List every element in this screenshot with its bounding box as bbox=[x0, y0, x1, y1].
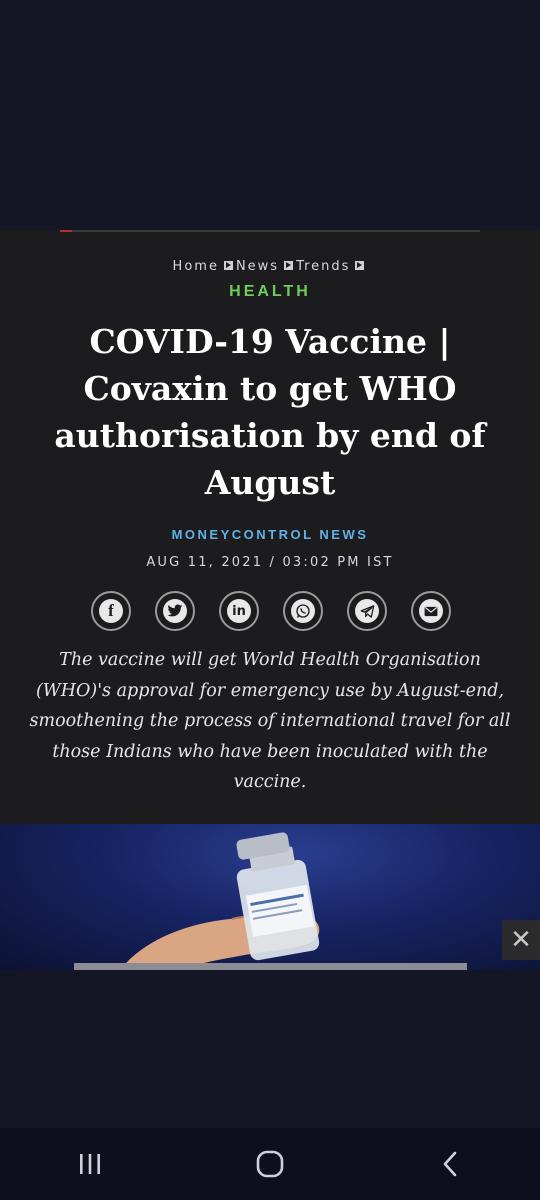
hero-image bbox=[0, 824, 540, 970]
breadcrumb-arrow-icon bbox=[284, 261, 294, 270]
breadcrumb-news[interactable]: News bbox=[236, 259, 279, 274]
share-bar: f in bbox=[91, 591, 451, 631]
telegram-share-button[interactable] bbox=[347, 591, 387, 631]
breadcrumb-home[interactable]: Home bbox=[173, 259, 219, 274]
linkedin-icon: in bbox=[227, 599, 251, 623]
facebook-share-button[interactable]: f bbox=[91, 591, 131, 631]
whatsapp-icon bbox=[291, 599, 315, 623]
twitter-share-button[interactable] bbox=[155, 591, 195, 631]
linkedin-share-button[interactable]: in bbox=[219, 591, 259, 631]
back-icon bbox=[443, 1151, 457, 1177]
article: Home News Trends HEALTH COVID-19 Vaccine |… bbox=[0, 230, 540, 970]
publish-date: AUG 11, 2021 / 03:02 PM IST bbox=[146, 555, 394, 570]
home-button[interactable] bbox=[240, 1134, 300, 1194]
progress-accent bbox=[60, 230, 72, 232]
article-headline: COVID-19 Vaccine | Covaxin to get WHO au… bbox=[54, 322, 486, 502]
progress-bar bbox=[60, 230, 480, 232]
home-icon bbox=[256, 1150, 284, 1178]
twitter-icon bbox=[163, 599, 187, 623]
android-nav-bar bbox=[0, 1128, 540, 1200]
breadcrumb-trends[interactable]: Trends bbox=[296, 259, 350, 274]
breadcrumb: Home News Trends bbox=[0, 259, 540, 274]
vaccine-vial-image bbox=[120, 832, 320, 970]
facebook-icon: f bbox=[99, 599, 123, 623]
close-ad-button[interactable]: ✕ bbox=[502, 920, 540, 960]
back-button[interactable] bbox=[420, 1134, 480, 1194]
telegram-icon bbox=[355, 599, 379, 623]
author-link[interactable]: MONEYCONTROL NEWS bbox=[0, 527, 540, 542]
email-share-button[interactable] bbox=[411, 591, 451, 631]
article-summary: The vaccine will get World Health Organi… bbox=[29, 650, 511, 792]
category-label[interactable]: HEALTH bbox=[0, 283, 540, 301]
recent-apps-icon bbox=[80, 1154, 100, 1174]
email-icon bbox=[419, 599, 443, 623]
whatsapp-share-button[interactable] bbox=[283, 591, 323, 631]
breadcrumb-arrow-icon bbox=[223, 261, 233, 270]
close-icon: ✕ bbox=[510, 925, 532, 955]
ad-banner[interactable] bbox=[74, 963, 467, 970]
recent-apps-button[interactable] bbox=[60, 1134, 120, 1194]
breadcrumb-arrow-icon bbox=[355, 261, 365, 270]
